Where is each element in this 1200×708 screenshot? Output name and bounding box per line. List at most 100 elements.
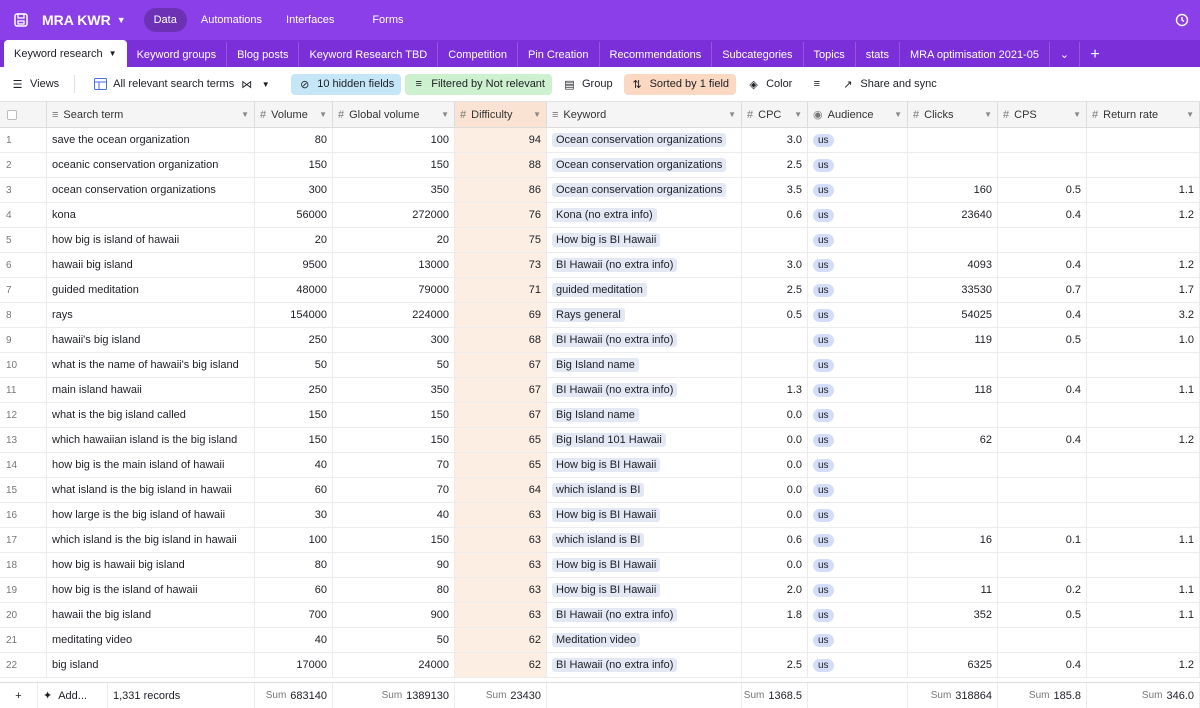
cell-return-rate[interactable] xyxy=(1087,478,1200,502)
tab-competition[interactable]: Competition xyxy=(438,42,518,67)
cell-volume[interactable]: 250 xyxy=(255,378,333,402)
cell-search-term[interactable]: how big is island of hawaii xyxy=(47,228,255,252)
tab-mra-optimisation[interactable]: MRA optimisation 2021-05 xyxy=(900,42,1050,67)
cell-clicks[interactable]: 6325 xyxy=(908,653,998,677)
table-row[interactable]: 14 how big is the main island of hawaii 40… xyxy=(0,453,1200,478)
cell-volume[interactable]: 48000 xyxy=(255,278,333,302)
cell-keyword[interactable]: which island is BI xyxy=(547,528,742,552)
column-header-cps[interactable]: # CPS ▼ xyxy=(998,102,1087,127)
cell-keyword[interactable]: which island is BI xyxy=(547,478,742,502)
cell-cps[interactable] xyxy=(998,403,1087,427)
cell-search-term[interactable]: save the ocean organization xyxy=(47,128,255,152)
cell-cpc[interactable]: 1.3 xyxy=(742,378,808,402)
cell-volume[interactable]: 250 xyxy=(255,328,333,352)
tab-pin-creation[interactable]: Pin Creation xyxy=(518,42,600,67)
cell-global-volume[interactable]: 350 xyxy=(333,178,455,202)
cell-cps[interactable]: 0.4 xyxy=(998,653,1087,677)
cell-audience[interactable]: us xyxy=(808,253,908,277)
cell-clicks[interactable]: 23640 xyxy=(908,203,998,227)
cell-audience[interactable]: us xyxy=(808,278,908,302)
tab-keyword-research-tbd[interactable]: Keyword Research TBD xyxy=(299,42,439,67)
share-sync-button[interactable]: ↗ Share and sync xyxy=(834,74,943,95)
cell-cpc[interactable]: 0.5 xyxy=(742,303,808,327)
cell-return-rate[interactable]: 1.2 xyxy=(1087,428,1200,452)
sum-return-rate[interactable]: Sum 346.0 xyxy=(1087,683,1200,708)
cell-keyword[interactable]: Meditation video xyxy=(547,628,742,652)
cell-cpc[interactable]: 0.0 xyxy=(742,503,808,527)
table-row[interactable]: 7 guided meditation 48000 79000 71 guided med… xyxy=(0,278,1200,303)
cell-search-term[interactable]: meditating video xyxy=(47,628,255,652)
table-row[interactable]: 16 how large is the big island of hawaii 3… xyxy=(0,503,1200,528)
cell-audience[interactable]: us xyxy=(808,228,908,252)
table-row[interactable]: 10 what is the name of hawaii's big islan… xyxy=(0,353,1200,378)
cell-cpc[interactable]: 0.0 xyxy=(742,428,808,452)
tab-keyword-research[interactable]: Keyword research ▼ xyxy=(4,40,127,67)
cell-volume[interactable]: 80 xyxy=(255,128,333,152)
table-row[interactable]: 19 how big is the island of hawaii 60 80 63 H… xyxy=(0,578,1200,603)
cell-return-rate[interactable]: 1.1 xyxy=(1087,578,1200,602)
table-row[interactable]: 11 main island hawaii 250 350 67 BI Hawaii (n… xyxy=(0,378,1200,403)
table-row[interactable]: 17 which island is the big island in hawa… xyxy=(0,528,1200,553)
sum-global-volume[interactable]: Sum 1389130 xyxy=(333,683,455,708)
cell-keyword[interactable]: BI Hawaii (no extra info) xyxy=(547,328,742,352)
cell-difficulty[interactable]: 63 xyxy=(455,603,547,627)
nav-interfaces[interactable]: Interfaces xyxy=(276,8,344,32)
cell-cpc[interactable] xyxy=(742,328,808,352)
cell-difficulty[interactable]: 63 xyxy=(455,553,547,577)
cell-difficulty[interactable]: 65 xyxy=(455,453,547,477)
cell-global-volume[interactable]: 70 xyxy=(333,478,455,502)
cell-return-rate[interactable] xyxy=(1087,553,1200,577)
cell-global-volume[interactable]: 300 xyxy=(333,328,455,352)
table-row[interactable]: 20 hawaii the big island 700 900 63 BI Hawaii… xyxy=(0,603,1200,628)
column-header-search-term[interactable]: ≡ Search term ▼ xyxy=(47,102,255,127)
tab-blog-posts[interactable]: Blog posts xyxy=(227,42,300,67)
cell-global-volume[interactable]: 224000 xyxy=(333,303,455,327)
cell-search-term[interactable]: big island xyxy=(47,653,255,677)
cell-audience[interactable]: us xyxy=(808,603,908,627)
cell-cpc[interactable]: 3.0 xyxy=(742,128,808,152)
cell-return-rate[interactable] xyxy=(1087,128,1200,152)
cell-clicks[interactable] xyxy=(908,553,998,577)
cell-clicks[interactable]: 4093 xyxy=(908,253,998,277)
cell-audience[interactable]: us xyxy=(808,178,908,202)
cell-global-volume[interactable]: 13000 xyxy=(333,253,455,277)
cell-audience[interactable]: us xyxy=(808,653,908,677)
cell-search-term[interactable]: hawaii big island xyxy=(47,253,255,277)
sum-volume[interactable]: Sum 683140 xyxy=(255,683,333,708)
cell-search-term[interactable]: how big is the main island of hawaii xyxy=(47,453,255,477)
cell-clicks[interactable] xyxy=(908,403,998,427)
sort-button[interactable]: ⇅ Sorted by 1 field xyxy=(623,73,737,95)
cell-cps[interactable] xyxy=(998,628,1087,652)
cell-cpc[interactable]: 1.8 xyxy=(742,603,808,627)
cell-clicks[interactable] xyxy=(908,453,998,477)
cell-global-volume[interactable]: 50 xyxy=(333,628,455,652)
cell-audience[interactable]: us xyxy=(808,553,908,577)
cell-return-rate[interactable] xyxy=(1087,503,1200,527)
cell-keyword[interactable]: BI Hawaii (no extra info) xyxy=(547,378,742,402)
cell-return-rate[interactable]: 1.2 xyxy=(1087,253,1200,277)
cell-difficulty[interactable]: 62 xyxy=(455,653,547,677)
cell-global-volume[interactable]: 100 xyxy=(333,128,455,152)
cell-cpc[interactable]: 2.5 xyxy=(742,653,808,677)
cell-global-volume[interactable]: 79000 xyxy=(333,278,455,302)
cell-keyword[interactable]: How big is BI Hawaii xyxy=(547,578,742,602)
cell-return-rate[interactable] xyxy=(1087,153,1200,177)
cell-cps[interactable] xyxy=(998,353,1087,377)
cell-keyword[interactable]: How big is BI Hawaii xyxy=(547,453,742,477)
cell-volume[interactable]: 50 xyxy=(255,353,333,377)
cell-difficulty[interactable]: 86 xyxy=(455,178,547,202)
group-button[interactable]: ▤ Group xyxy=(556,74,620,95)
cell-audience[interactable]: us xyxy=(808,528,908,552)
cell-audience[interactable]: us xyxy=(808,453,908,477)
cell-volume[interactable]: 60 xyxy=(255,478,333,502)
cell-return-rate[interactable]: 3.2 xyxy=(1087,303,1200,327)
cell-keyword[interactable]: Big Island name xyxy=(547,403,742,427)
cell-difficulty[interactable]: 62 xyxy=(455,628,547,652)
cell-keyword[interactable]: Ocean conservation organizations xyxy=(547,178,742,202)
tab-subcategories[interactable]: Subcategories xyxy=(712,42,804,67)
cell-cps[interactable] xyxy=(998,153,1087,177)
cell-clicks[interactable]: 33530 xyxy=(908,278,998,302)
sum-clicks[interactable]: Sum 318864 xyxy=(908,683,998,708)
audience-summary-empty[interactable] xyxy=(808,683,908,708)
cell-difficulty[interactable]: 75 xyxy=(455,228,547,252)
